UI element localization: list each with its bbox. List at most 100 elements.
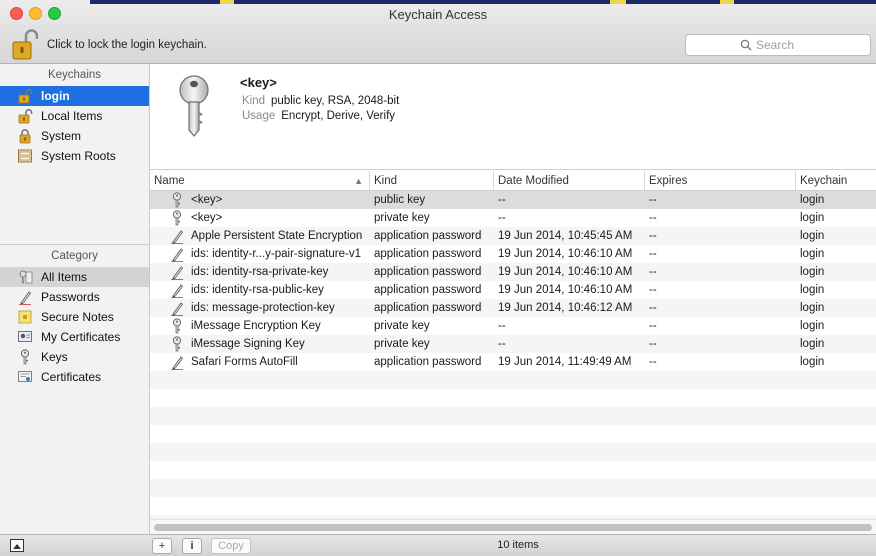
cell-date-modified: 19 Jun 2014, 10:46:12 AM xyxy=(498,302,633,314)
sidebar-item-login[interactable]: login xyxy=(0,86,149,106)
sidebar-item-label: login xyxy=(41,89,70,103)
search-input[interactable] xyxy=(756,37,866,53)
cell-expires: -- xyxy=(649,248,657,260)
column-header-date-modified[interactable]: Date Modified xyxy=(494,171,645,191)
unlocked-padlock-icon xyxy=(17,108,33,124)
window-toolbar: Keychain Access Click to lock the login … xyxy=(0,0,876,64)
cell-keychain: login xyxy=(800,230,825,242)
column-header-name[interactable]: Name ▲ xyxy=(150,171,370,191)
cell-kind: private key xyxy=(374,338,430,350)
strip-accent xyxy=(720,0,734,4)
cell-name: iMessage Signing Key xyxy=(191,338,305,350)
cell-expires: -- xyxy=(649,356,657,368)
cell-expires: -- xyxy=(649,212,657,224)
cell-kind: private key xyxy=(374,212,430,224)
note-icon xyxy=(17,309,33,325)
table-row[interactable]: <key> private key -- -- login xyxy=(150,209,876,227)
cell-kind: private key xyxy=(374,320,430,332)
item-count: 10 items xyxy=(497,539,539,551)
cell-expires: -- xyxy=(649,284,657,296)
sidebar-item-system-roots[interactable]: System Roots xyxy=(0,146,149,166)
detail-kind-row: Kind public key, RSA, 2048-bit xyxy=(242,95,399,107)
cell-name: ids: identity-rsa-public-key xyxy=(191,284,324,296)
empty-row xyxy=(150,425,876,443)
sidebar-item-label: Certificates xyxy=(41,370,102,384)
unlocked-padlock-icon[interactable] xyxy=(12,28,38,60)
sort-ascending-icon: ▲ xyxy=(354,176,363,186)
table-row[interactable]: ids: identity-rsa-public-key application… xyxy=(150,281,876,299)
column-header-label: Kind xyxy=(374,175,398,187)
column-header-label: Expires xyxy=(649,175,688,187)
table-row[interactable]: iMessage Signing Key private key -- -- l… xyxy=(150,335,876,353)
cell-date-modified: 19 Jun 2014, 10:46:10 AM xyxy=(498,266,633,278)
cell-date-modified: -- xyxy=(498,194,506,206)
cell-kind: application password xyxy=(374,248,482,260)
column-header-kind[interactable]: Kind xyxy=(370,171,494,191)
certificate-icon xyxy=(17,329,33,345)
certificate-icon xyxy=(17,369,33,385)
cell-expires: -- xyxy=(649,320,657,332)
sidebar-item-label: All Items xyxy=(41,270,88,284)
column-header-label: Date Modified xyxy=(498,175,569,187)
sidebar-item-passwords[interactable]: Passwords xyxy=(0,287,149,307)
cell-date-modified: 19 Jun 2014, 10:46:10 AM xyxy=(498,284,633,296)
sidebar-item-label: Local Items xyxy=(41,109,103,123)
cell-kind: application password xyxy=(374,230,482,242)
search-field[interactable] xyxy=(685,34,871,56)
detail-usage-label: Usage xyxy=(242,110,276,122)
table-header: Name ▲ Kind Date Modified Expires Keycha… xyxy=(150,171,876,191)
pen-icon xyxy=(17,289,33,305)
scrollbar-thumb[interactable] xyxy=(154,524,872,531)
cell-name: <key> xyxy=(191,212,223,224)
cell-name: ids: identity-r...y-pair-signature-v1 xyxy=(191,248,362,260)
sidebar-item-secure-notes[interactable]: Secure Notes xyxy=(0,307,149,327)
strip-accent xyxy=(610,0,626,4)
column-header-label: Name xyxy=(154,175,185,187)
window-title: Keychain Access xyxy=(388,7,488,22)
cell-kind: application password xyxy=(374,302,482,314)
table-row[interactable]: ids: identity-r...y-pair-signature-v1 ap… xyxy=(150,245,876,263)
cell-keychain: login xyxy=(800,266,825,278)
sidebar-item-label: Secure Notes xyxy=(41,310,114,324)
key-icon xyxy=(17,349,33,365)
detail-kind-label: Kind xyxy=(242,95,266,107)
cell-name: Apple Persistent State Encryption xyxy=(191,230,363,242)
table-row[interactable]: Apple Persistent State Encryption applic… xyxy=(150,227,876,245)
sidebar-item-my-certificates[interactable]: My Certificates xyxy=(0,327,149,347)
cell-keychain: login xyxy=(800,356,825,368)
sidebar-item-label: Passwords xyxy=(41,290,100,304)
cell-date-modified: -- xyxy=(498,320,506,332)
cell-keychain: login xyxy=(800,284,825,296)
sidebar-item-system[interactable]: System xyxy=(0,126,149,146)
bottom-bar: + i Copy 10 items xyxy=(0,534,876,556)
sidebar-item-all-items[interactable]: All Items xyxy=(0,267,149,287)
sidebar-item-keys[interactable]: Keys xyxy=(0,347,149,367)
table-row[interactable]: ids: message-protection-key application … xyxy=(150,299,876,317)
detail-kind-value: public key, RSA, 2048-bit xyxy=(271,95,400,107)
sidebar-item-local-items[interactable]: Local Items xyxy=(0,106,149,126)
cell-name: ids: message-protection-key xyxy=(191,302,335,314)
cell-keychain: login xyxy=(800,338,825,350)
table-row[interactable]: Safari Forms AutoFill application passwo… xyxy=(150,353,876,371)
cell-name: iMessage Encryption Key xyxy=(191,320,321,332)
table-row[interactable]: <key> public key -- -- login xyxy=(150,191,876,209)
cell-expires: -- xyxy=(649,302,657,314)
lock-keychain-text[interactable]: Click to lock the login keychain. xyxy=(47,39,207,51)
cell-keychain: login xyxy=(800,302,825,314)
sidebar-item-label: System xyxy=(41,129,82,143)
empty-row xyxy=(150,461,876,479)
item-detail-panel: <key> Kind public key, RSA, 2048-bit Usag… xyxy=(150,64,876,170)
cell-expires: -- xyxy=(649,338,657,350)
horizontal-scrollbar[interactable] xyxy=(150,519,876,534)
table-row[interactable]: ids: identity-rsa-private-key applicatio… xyxy=(150,263,876,281)
sidebar: Keychains login Local Items System Syste… xyxy=(0,64,150,534)
sidebar-item-label: My Certificates xyxy=(41,330,121,344)
empty-row xyxy=(150,443,876,461)
unlocked-padlock-icon xyxy=(17,88,33,104)
table-row[interactable]: iMessage Encryption Key private key -- -… xyxy=(150,317,876,335)
empty-row xyxy=(150,479,876,497)
column-header-expires[interactable]: Expires xyxy=(645,171,796,191)
column-header-keychain[interactable]: Keychain xyxy=(796,171,876,191)
sidebar-item-certificates[interactable]: Certificates xyxy=(0,367,149,387)
detail-usage-row: Usage Encrypt, Derive, Verify xyxy=(242,110,395,122)
